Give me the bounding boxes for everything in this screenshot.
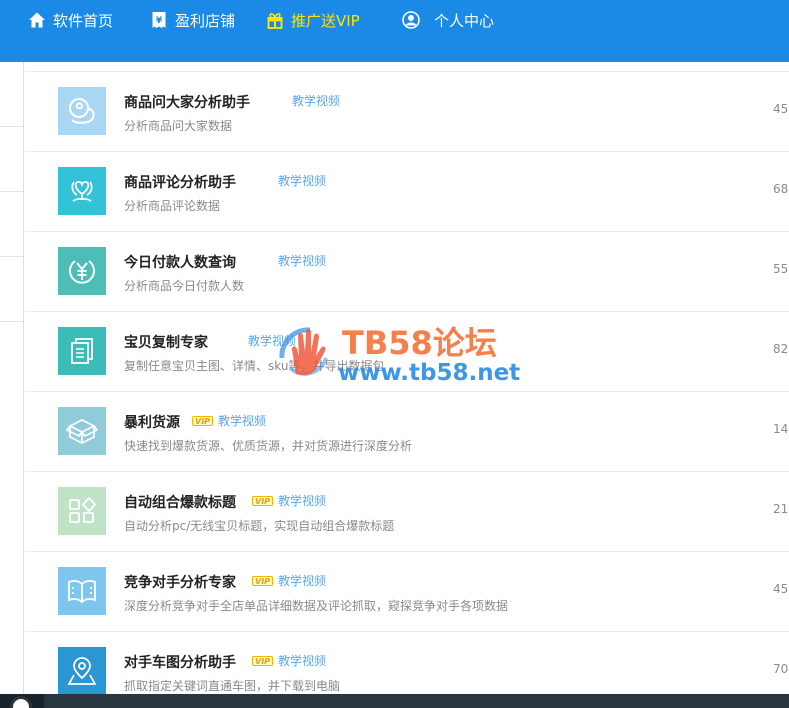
yen-clock-icon — [69, 260, 95, 284]
tool-icon-tile — [58, 87, 106, 135]
home-icon — [29, 12, 45, 28]
user-icon — [402, 11, 420, 29]
gift-icon — [267, 13, 283, 29]
open-book-icon — [68, 580, 96, 604]
list-item[interactable]: 宝贝复制专家 教学视频 复制任意宝贝主图、详情、sku等，并导出数据包 826 — [25, 312, 789, 392]
left-rail — [0, 62, 24, 694]
usage-count: 826 — [773, 342, 789, 356]
tool-description: 分析商品问大家数据 — [124, 119, 233, 133]
tool-title[interactable]: 宝贝复制专家 — [124, 332, 208, 352]
tool-title[interactable]: 对手车图分析助手 — [124, 652, 236, 672]
list-item[interactable]: 自动组合爆款标题 VIP 教学视频 自动分析pc/无线宝贝标题，实现自动组合爆款… — [25, 472, 789, 552]
top-nav-bar: 软件首页 ¥ 盈利店铺 推广送VIP 个人中心 — [0, 0, 789, 62]
tool-icon-tile — [58, 567, 106, 615]
tutorial-video-link[interactable]: 教学视频 — [278, 492, 326, 509]
list-item[interactable]: 商品评论分析助手 教学视频 分析商品评论数据 687 — [25, 152, 789, 232]
nav-promo-label: 推广送VIP — [291, 11, 360, 30]
usage-count: 452 — [773, 102, 789, 116]
tool-title[interactable]: 今日付款人数查询 — [124, 252, 236, 272]
usage-count: 217 — [773, 502, 789, 516]
tool-description: 快速找到爆款货源、优质货源，并对货源进行深度分析 — [124, 439, 413, 453]
usage-count: 145 — [773, 422, 789, 436]
chat-bubbles-icon — [69, 98, 95, 124]
copy-documents-icon — [71, 338, 93, 364]
tool-title[interactable]: 自动组合爆款标题 — [124, 492, 236, 512]
rail-divider — [0, 321, 23, 322]
tutorial-video-link[interactable]: 教学视频 — [218, 412, 266, 429]
tutorial-video-link[interactable]: 教学视频 — [248, 332, 296, 349]
tool-icon-tile — [58, 487, 106, 535]
tutorial-video-link[interactable]: 教学视频 — [278, 652, 326, 669]
svg-text:¥: ¥ — [156, 16, 163, 26]
tool-description: 深度分析竞争对手全店单品详细数据及评论抓取，窥探竞争对手各项数据 — [124, 599, 509, 613]
tool-description: 复制任意宝贝主图、详情、sku等，并导出数据包 — [124, 359, 385, 373]
list-item[interactable]: 商品问大家分析助手 教学视频 分析商品问大家数据 452 — [25, 72, 789, 152]
tool-title[interactable]: 商品问大家分析助手 — [124, 92, 250, 112]
tool-title[interactable]: 竞争对手分析专家 — [124, 572, 236, 592]
usage-count: 687 — [773, 182, 789, 196]
rail-divider — [0, 126, 23, 127]
tool-description: 抓取指定关键词直通车图，并下载到电脑 — [124, 679, 341, 693]
usage-count: 704 — [773, 662, 789, 676]
map-pin-icon — [67, 657, 97, 685]
list-item[interactable]: 今日付款人数查询 教学视频 分析商品今日付款人数 550 — [25, 232, 789, 312]
list-item[interactable]: 暴利货源 VIP 教学视频 快速找到爆款货源、优质货源，并对货源进行深度分析 1… — [25, 392, 789, 472]
vip-badge: VIP — [252, 656, 274, 666]
list-item[interactable]: 对手车图分析助手 VIP 教学视频 抓取指定关键词直通车图，并下载到电脑 704 — [25, 632, 789, 694]
tool-description: 分析商品评论数据 — [124, 199, 221, 213]
vip-badge: VIP — [252, 496, 274, 506]
usage-count: 455 — [773, 582, 789, 596]
tool-list: 商品问大家分析助手 教学视频 分析商品问大家数据 452 商品评论分析助手 教学… — [25, 62, 789, 694]
rail-divider — [0, 191, 23, 192]
tutorial-video-link[interactable]: 教学视频 — [278, 252, 326, 269]
taskbar — [0, 694, 789, 708]
nav-profile[interactable]: 个人中心 — [402, 0, 494, 40]
package-box-icon — [65, 418, 99, 445]
tool-title[interactable]: 暴利货源 — [124, 412, 180, 432]
list-item[interactable]: 竞争对手分析专家 VIP 教学视频 深度分析竞争对手全店单品详细数据及评论抓取，… — [25, 552, 789, 632]
tool-description: 分析商品今日付款人数 — [124, 279, 245, 293]
nav-home[interactable]: 软件首页 — [28, 0, 113, 40]
nav-promo-vip[interactable]: 推广送VIP — [266, 0, 360, 40]
nav-shop[interactable]: ¥ 盈利店铺 — [150, 0, 235, 40]
vip-badge: VIP — [252, 576, 274, 586]
receipt-yen-icon: ¥ — [152, 12, 166, 28]
tool-icon-tile — [58, 327, 106, 375]
rail-divider — [0, 256, 23, 257]
usage-count: 550 — [773, 262, 789, 276]
tool-title[interactable]: 商品评论分析助手 — [124, 172, 236, 192]
tool-icon-tile — [58, 247, 106, 295]
tool-icon-tile — [58, 167, 106, 215]
grid-shapes-icon — [69, 496, 97, 523]
tool-description: 自动分析pc/无线宝贝标题，实现自动组合爆款标题 — [124, 519, 395, 533]
tutorial-video-link[interactable]: 教学视频 — [292, 92, 340, 109]
tool-icon-tile — [58, 407, 106, 455]
nav-home-label: 软件首页 — [53, 11, 114, 30]
tutorial-video-link[interactable]: 教学视频 — [278, 172, 326, 189]
tutorial-video-link[interactable]: 教学视频 — [278, 572, 326, 589]
nav-profile-label: 个人中心 — [434, 11, 495, 30]
heart-flower-icon — [71, 181, 93, 202]
avatar[interactable] — [10, 696, 32, 708]
taskbar-start[interactable] — [0, 694, 44, 708]
vip-badge: VIP — [192, 416, 214, 426]
tool-icon-tile — [58, 647, 106, 694]
nav-shop-label: 盈利店铺 — [175, 11, 236, 30]
